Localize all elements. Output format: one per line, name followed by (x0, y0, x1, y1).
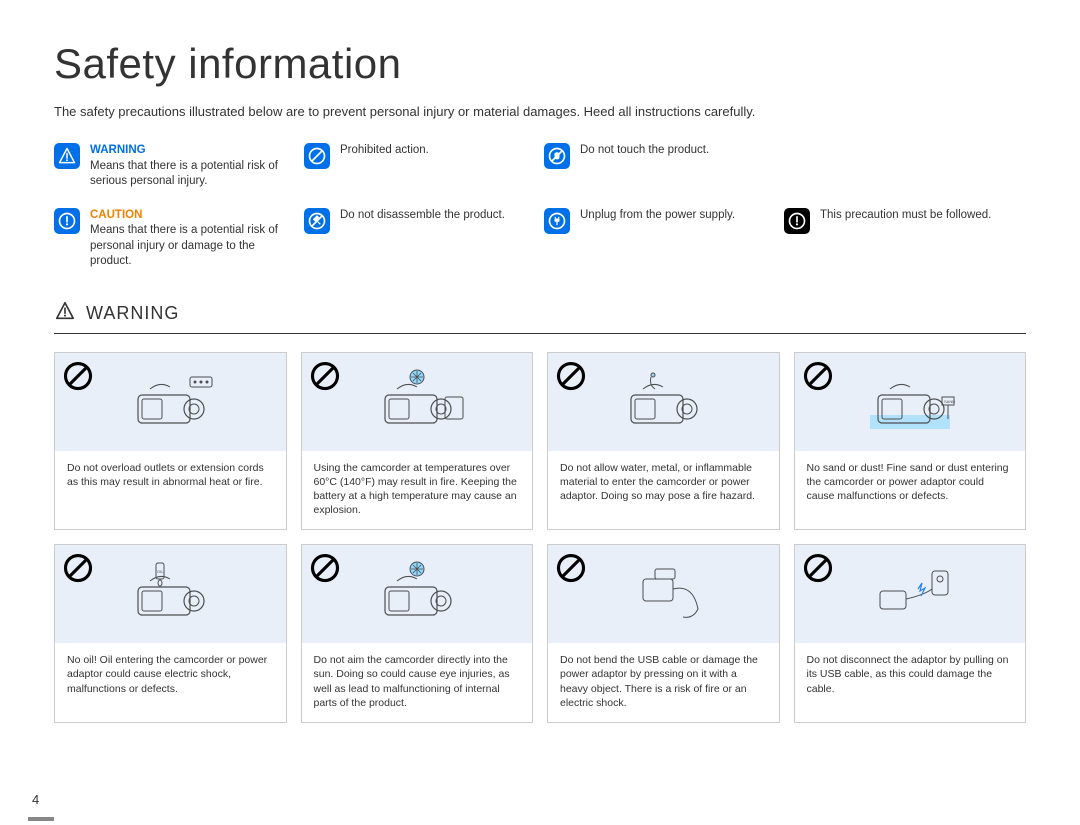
legend-unplug-text: Unplug from the power supply. (580, 208, 774, 270)
must-follow-icon (784, 208, 810, 234)
legend-no-disassemble-text: Do not disassemble the product. (340, 208, 534, 270)
legend-no-disassemble: Do not disassemble the product. (304, 208, 534, 270)
card-caption: Do not overload outlets or extension cor… (55, 451, 286, 501)
legend-caution: CAUTION Means that there is a potential … (54, 208, 294, 270)
svg-text:SAND: SAND (944, 399, 955, 404)
prohibited-icon (63, 553, 93, 583)
warning-triangle-icon (54, 300, 76, 327)
legend-prohibited: Prohibited action. (304, 143, 534, 190)
card-illustration (302, 353, 533, 451)
card-illustration (795, 545, 1026, 643)
card-caption: Do not disconnect the adaptor by pulling… (795, 643, 1026, 708)
prohibited-icon (310, 361, 340, 391)
caution-circle-icon (54, 208, 80, 234)
intro-text: The safety precautions illustrated below… (54, 104, 1026, 119)
card-caption: Using the camcorder at temperatures over… (302, 451, 533, 530)
legend-unplug: Unplug from the power supply. (544, 208, 774, 270)
legend-caution-body: Means that there is a potential risk of … (90, 223, 294, 270)
legend-must-follow-text: This precaution must be followed. (820, 208, 1014, 270)
legend-grid: WARNING Means that there is a potential … (54, 143, 1026, 270)
card-caption: Do not allow water, metal, or inflammabl… (548, 451, 779, 516)
section-divider (54, 333, 1026, 334)
legend-no-touch: Do not touch the product. (544, 143, 774, 190)
warning-card: Using the camcorder at temperatures over… (301, 352, 534, 531)
warning-card: SAND No sand or dust! Fine sand or dust … (794, 352, 1027, 531)
card-caption: Do not bend the USB cable or damage the … (548, 643, 779, 722)
warning-cards-row-1: Do not overload outlets or extension cor… (54, 352, 1026, 531)
prohibited-icon (304, 143, 330, 169)
unplug-icon (544, 208, 570, 234)
prohibited-icon (803, 553, 833, 583)
legend-warning-body: Means that there is a potential risk of … (90, 159, 294, 190)
prohibited-icon (63, 361, 93, 391)
prohibited-icon (556, 553, 586, 583)
warning-card: Do not allow water, metal, or inflammabl… (547, 352, 780, 531)
warning-card: Do not bend the USB cable or damage the … (547, 544, 780, 723)
section-heading-text: WARNING (86, 303, 179, 324)
legend-caution-title: CAUTION (90, 208, 294, 224)
page-title: Safety information (54, 40, 1026, 88)
warning-card: Do not aim the camcorder directly into t… (301, 544, 534, 723)
no-touch-icon (544, 143, 570, 169)
legend-no-touch-text: Do not touch the product. (580, 143, 774, 190)
legend-warning-title: WARNING (90, 143, 294, 159)
card-illustration: OIL (55, 545, 286, 643)
warning-card: OIL No oil! Oil entering the camcorder o… (54, 544, 287, 723)
card-illustration: SAND (795, 353, 1026, 451)
warning-cards-row-2: OIL No oil! Oil entering the camcorder o… (54, 544, 1026, 723)
prohibited-icon (803, 361, 833, 391)
legend-must-follow: This precaution must be followed. (784, 208, 1014, 270)
prohibited-icon (310, 553, 340, 583)
warning-card: Do not overload outlets or extension cor… (54, 352, 287, 531)
card-caption: No sand or dust! Fine sand or dust enter… (795, 451, 1026, 516)
card-illustration (55, 353, 286, 451)
page-number: 4 (32, 792, 39, 807)
card-illustration (302, 545, 533, 643)
warning-triangle-icon (54, 143, 80, 169)
warning-card: Do not disconnect the adaptor by pulling… (794, 544, 1027, 723)
card-illustration (548, 545, 779, 643)
no-disassemble-icon (304, 208, 330, 234)
card-caption: Do not aim the camcorder directly into t… (302, 643, 533, 722)
page-tab-mark (28, 817, 54, 821)
svg-text:OIL: OIL (157, 569, 164, 574)
legend-warning: WARNING Means that there is a potential … (54, 143, 294, 190)
card-caption: No oil! Oil entering the camcorder or po… (55, 643, 286, 708)
card-illustration (548, 353, 779, 451)
prohibited-icon (556, 361, 586, 391)
legend-prohibited-text: Prohibited action. (340, 143, 534, 190)
section-heading: WARNING (54, 300, 1026, 327)
